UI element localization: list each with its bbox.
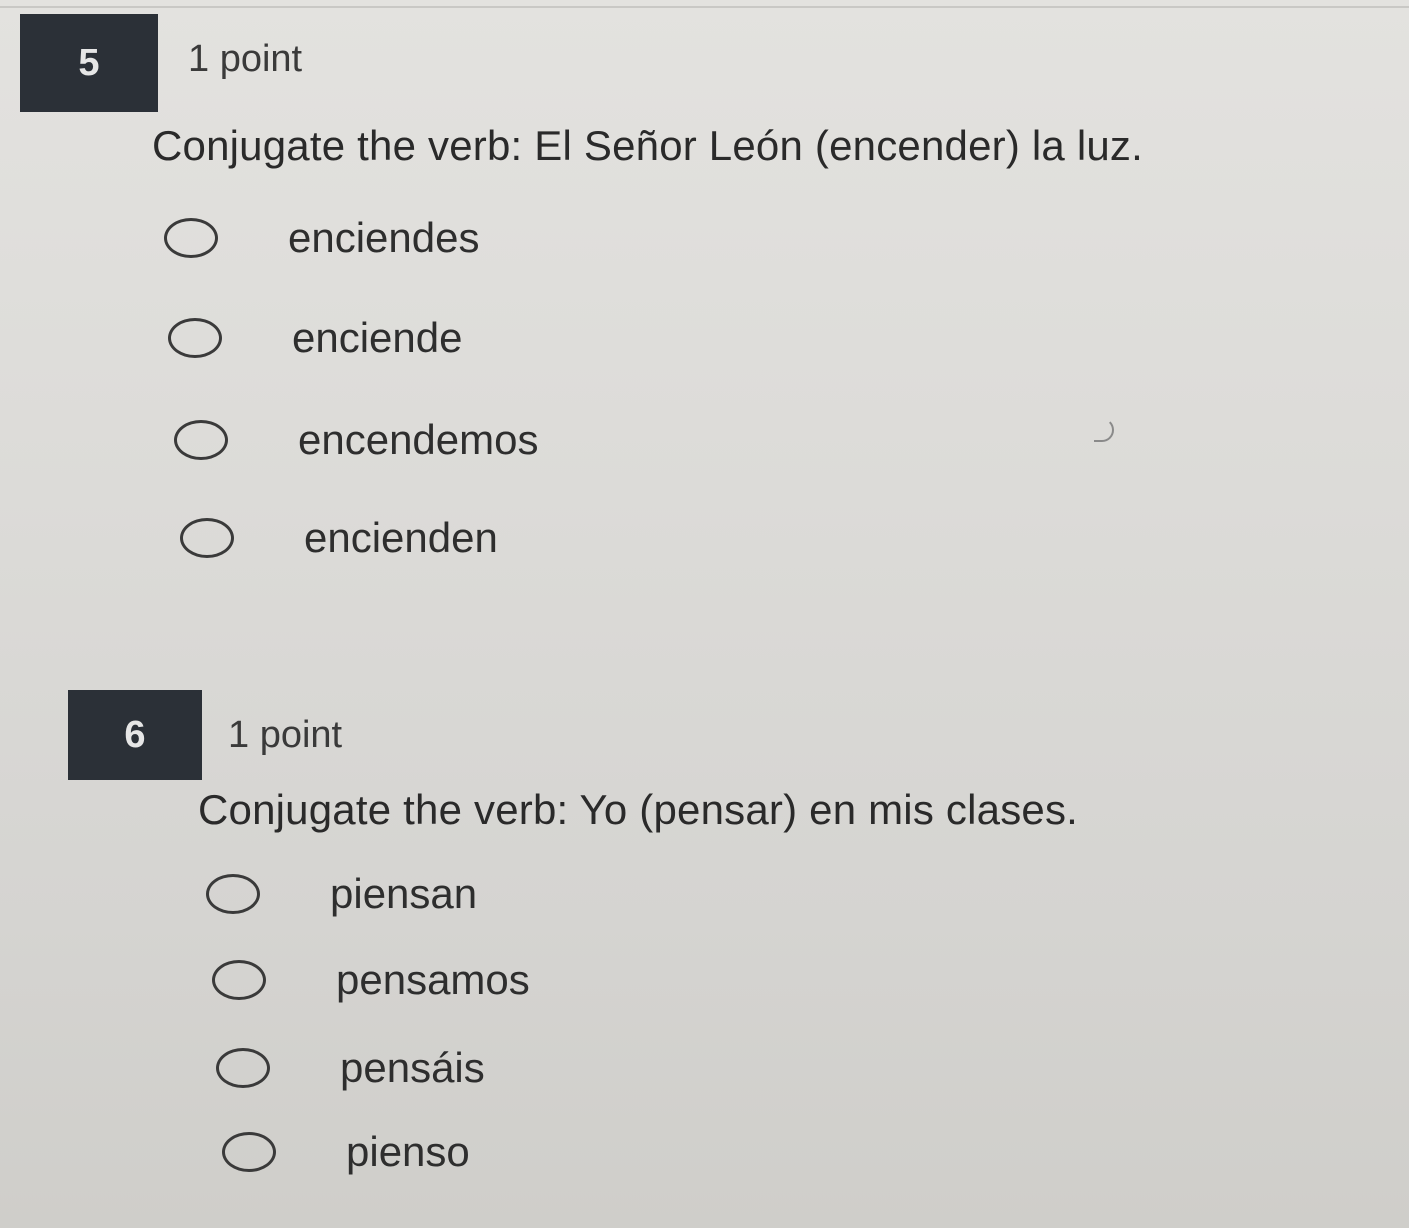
answer-option[interactable]: encendemos (174, 416, 539, 464)
answer-option-label: encienden (304, 514, 498, 561)
answer-option-label: pienso (346, 1128, 470, 1175)
radio-button[interactable] (206, 874, 260, 914)
radio-button[interactable] (222, 1132, 276, 1172)
cursor-mark (1094, 418, 1114, 442)
answer-option-label: pensamos (336, 956, 530, 1003)
answer-option-label: enciendes (288, 214, 480, 261)
radio-button[interactable] (168, 318, 222, 358)
answer-option[interactable]: pensamos (212, 956, 530, 1004)
top-divider (0, 6, 1409, 8)
answer-option[interactable]: pienso (222, 1128, 470, 1176)
radio-button[interactable] (174, 420, 228, 460)
question-points: 1 point (228, 714, 343, 756)
answer-option-label: encendemos (298, 416, 539, 463)
answer-option[interactable]: pensáis (216, 1044, 485, 1092)
answer-option[interactable]: piensan (206, 870, 477, 918)
question-points: 1 point (188, 38, 303, 80)
radio-button[interactable] (164, 218, 218, 258)
answer-option-label: enciende (292, 314, 463, 361)
answer-option-label: piensan (330, 870, 478, 917)
answer-option[interactable]: enciendes (164, 214, 479, 262)
question-number-badge: 5 (20, 14, 158, 112)
radio-button[interactable] (180, 518, 234, 558)
question-prompt: Conjugate the verb: Yo (pensar) en mis c… (198, 786, 1079, 833)
answer-option[interactable]: enciende (168, 314, 462, 362)
question-number-badge: 6 (68, 690, 202, 780)
radio-button[interactable] (212, 960, 266, 1000)
answer-option[interactable]: encienden (180, 514, 498, 562)
question-prompt: Conjugate the verb: El Señor León (encen… (152, 122, 1144, 169)
answer-option-label: pensáis (340, 1044, 485, 1091)
radio-button[interactable] (216, 1048, 270, 1088)
